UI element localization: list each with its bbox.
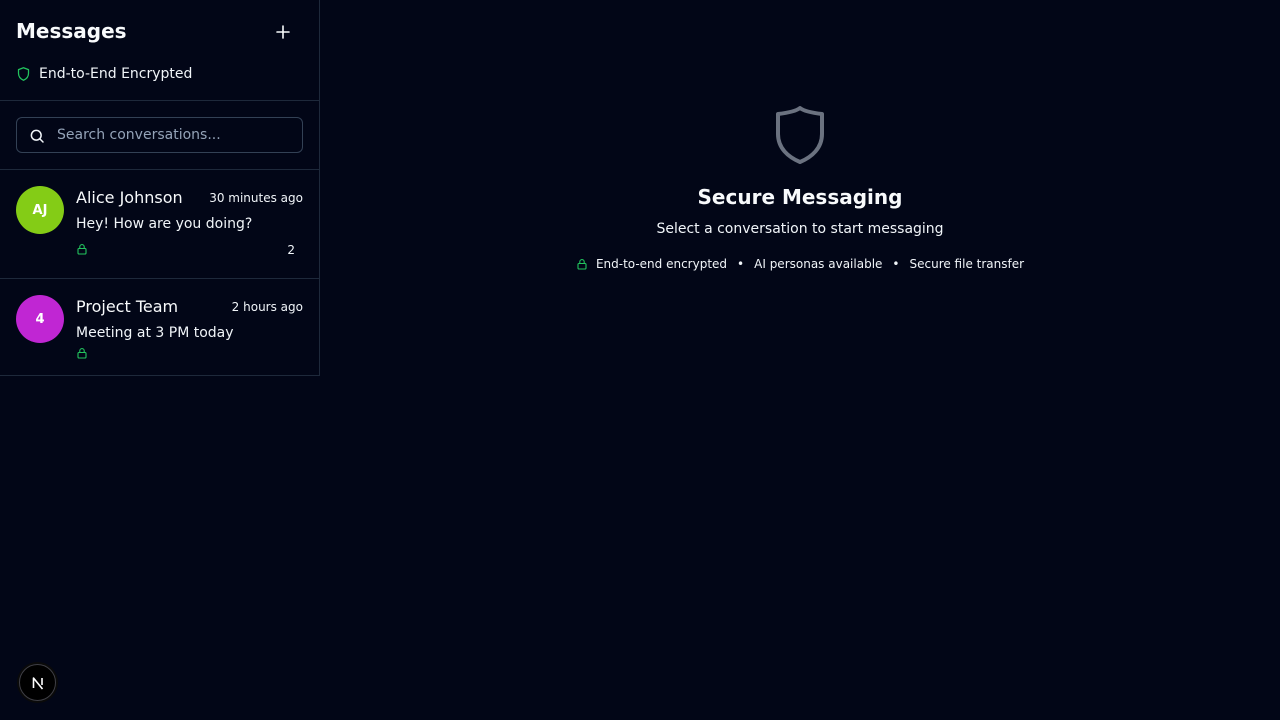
empty-state-subtitle: Select a conversation to start messaging bbox=[656, 221, 944, 237]
feature-list: End-to-end encrypted • AI personas avail… bbox=[320, 256, 1280, 272]
feature-ai-personas: AI personas available bbox=[754, 257, 883, 271]
conversation-item[interactable]: AJ Alice Johnson 30 minutes ago Hey! How… bbox=[0, 170, 319, 279]
separator: • bbox=[892, 257, 900, 271]
new-conversation-button[interactable] bbox=[271, 20, 295, 44]
unread-count-badge: 2 bbox=[287, 243, 295, 257]
search-section bbox=[0, 101, 319, 170]
encryption-status: End-to-End Encrypted bbox=[16, 65, 192, 83]
empty-state: Secure Messaging Select a conversation t… bbox=[320, 0, 1280, 300]
avatar: AJ bbox=[16, 186, 64, 234]
feature-encrypted: End-to-end encrypted bbox=[595, 257, 728, 271]
conversation-preview: Meeting at 3 PM today bbox=[76, 325, 234, 341]
search-input[interactable] bbox=[57, 118, 297, 152]
feature-file-transfer: Secure file transfer bbox=[909, 257, 1025, 271]
conversation-time: 2 hours ago bbox=[231, 300, 303, 314]
conversation-item[interactable]: 4 Project Team 2 hours ago Meeting at 3 … bbox=[0, 279, 319, 375]
separator: • bbox=[737, 257, 745, 271]
search-icon bbox=[30, 129, 44, 143]
search-box[interactable] bbox=[16, 117, 303, 153]
lock-icon bbox=[77, 348, 87, 359]
lock-icon bbox=[577, 259, 587, 270]
dev-tools-button[interactable] bbox=[19, 664, 56, 701]
conversation-name: Alice Johnson bbox=[76, 188, 183, 207]
avatar: 4 bbox=[16, 295, 64, 343]
encryption-label: End-to-End Encrypted bbox=[39, 66, 193, 82]
shield-icon bbox=[776, 106, 824, 164]
conversation-preview: Hey! How are you doing? bbox=[76, 216, 253, 232]
sidebar: Messages End-to-End Encrypted AJ Alice J… bbox=[0, 0, 320, 376]
lock-icon bbox=[77, 244, 87, 255]
plus-icon bbox=[276, 25, 290, 39]
shield-icon bbox=[17, 67, 30, 81]
conversation-time: 30 minutes ago bbox=[209, 191, 303, 205]
nextjs-logo-icon bbox=[32, 676, 43, 690]
conversation-name: Project Team bbox=[76, 297, 179, 316]
empty-state-title: Secure Messaging bbox=[697, 185, 903, 209]
page-title: Messages bbox=[16, 19, 127, 43]
sidebar-header: Messages End-to-End Encrypted bbox=[0, 0, 319, 101]
